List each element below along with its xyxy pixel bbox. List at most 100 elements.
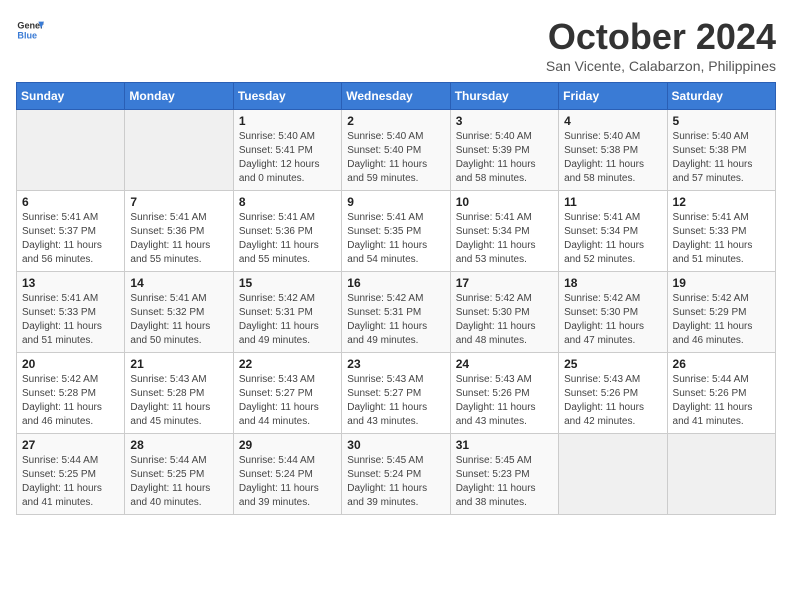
day-number: 11 xyxy=(564,195,661,209)
calendar-cell xyxy=(17,110,125,191)
calendar-cell: 2 Sunrise: 5:40 AM Sunset: 5:40 PM Daylig… xyxy=(342,110,450,191)
day-number: 25 xyxy=(564,357,661,371)
calendar-cell: 29 Sunrise: 5:44 AM Sunset: 5:24 PM Dayli… xyxy=(233,434,341,515)
day-detail: Sunrise: 5:41 AM Sunset: 5:36 PM Dayligh… xyxy=(239,211,336,267)
calendar-cell: 19 Sunrise: 5:42 AM Sunset: 5:29 PM Dayli… xyxy=(667,272,775,353)
calendar-cell: 26 Sunrise: 5:44 AM Sunset: 5:26 PM Dayli… xyxy=(667,353,775,434)
day-detail: Sunrise: 5:41 AM Sunset: 5:34 PM Dayligh… xyxy=(564,211,661,267)
calendar-cell xyxy=(559,434,667,515)
calendar-cell: 18 Sunrise: 5:42 AM Sunset: 5:30 PM Dayli… xyxy=(559,272,667,353)
day-detail: Sunrise: 5:42 AM Sunset: 5:30 PM Dayligh… xyxy=(456,292,553,348)
day-number: 18 xyxy=(564,276,661,290)
calendar-cell: 8Sunrise: 5:41 AM Sunset: 5:36 PM Daylig… xyxy=(233,191,341,272)
calendar-week-row: 6 Sunrise: 5:41 AM Sunset: 5:37 PM Daylig… xyxy=(17,191,776,272)
calendar-cell: 20Sunrise: 5:42 AM Sunset: 5:28 PM Dayli… xyxy=(17,353,125,434)
day-detail: Sunrise: 5:40 AM Sunset: 5:38 PM Dayligh… xyxy=(673,130,770,186)
day-detail: Sunrise: 5:42 AM Sunset: 5:30 PM Dayligh… xyxy=(564,292,661,348)
day-number: 30 xyxy=(347,438,444,452)
day-number: 28 xyxy=(130,438,227,452)
day-number: 4 xyxy=(564,114,661,128)
calendar-cell: 1 Sunrise: 5:40 AM Sunset: 5:41 PM Daylig… xyxy=(233,110,341,191)
calendar-cell: 27Sunrise: 5:44 AM Sunset: 5:25 PM Dayli… xyxy=(17,434,125,515)
day-number: 23 xyxy=(347,357,444,371)
calendar-cell: 30 Sunrise: 5:45 AM Sunset: 5:24 PM Dayli… xyxy=(342,434,450,515)
day-number: 10 xyxy=(456,195,553,209)
calendar-cell: 4 Sunrise: 5:40 AM Sunset: 5:38 PM Daylig… xyxy=(559,110,667,191)
day-detail: Sunrise: 5:42 AM Sunset: 5:31 PM Dayligh… xyxy=(347,292,444,348)
day-detail: Sunrise: 5:44 AM Sunset: 5:26 PM Dayligh… xyxy=(673,373,770,429)
day-detail: Sunrise: 5:42 AM Sunset: 5:31 PM Dayligh… xyxy=(239,292,336,348)
day-number: 19 xyxy=(673,276,770,290)
day-detail: Sunrise: 5:40 AM Sunset: 5:39 PM Dayligh… xyxy=(456,130,553,186)
calendar-cell: 31 Sunrise: 5:45 AM Sunset: 5:23 PM Dayli… xyxy=(450,434,558,515)
calendar-cell: 7 Sunrise: 5:41 AM Sunset: 5:36 PM Daylig… xyxy=(125,191,233,272)
day-number: 3 xyxy=(456,114,553,128)
day-number: 1 xyxy=(239,114,336,128)
day-number: 2 xyxy=(347,114,444,128)
day-detail: Sunrise: 5:45 AM Sunset: 5:24 PM Dayligh… xyxy=(347,454,444,510)
day-number: 21 xyxy=(130,357,227,371)
day-detail: Sunrise: 5:40 AM Sunset: 5:40 PM Dayligh… xyxy=(347,130,444,186)
day-detail: Sunrise: 5:41 AM Sunset: 5:35 PM Dayligh… xyxy=(347,211,444,267)
header: General Blue October 2024 San Vicente, C… xyxy=(16,16,776,74)
day-detail: Sunrise: 5:44 AM Sunset: 5:25 PM Dayligh… xyxy=(130,454,227,510)
day-detail: Sunrise: 5:41 AM Sunset: 5:33 PM Dayligh… xyxy=(673,211,770,267)
day-detail: Sunrise: 5:45 AM Sunset: 5:23 PM Dayligh… xyxy=(456,454,553,510)
day-detail: Sunrise: 5:43 AM Sunset: 5:27 PM Dayligh… xyxy=(239,373,336,429)
weekday-header: Wednesday xyxy=(342,83,450,110)
day-number: 29 xyxy=(239,438,336,452)
calendar-cell: 13 Sunrise: 5:41 AM Sunset: 5:33 PM Dayli… xyxy=(17,272,125,353)
calendar-cell: 21 Sunrise: 5:43 AM Sunset: 5:28 PM Dayli… xyxy=(125,353,233,434)
weekday-header: Thursday xyxy=(450,83,558,110)
day-detail: Sunrise: 5:40 AM Sunset: 5:38 PM Dayligh… xyxy=(564,130,661,186)
calendar-cell: 17 Sunrise: 5:42 AM Sunset: 5:30 PM Dayli… xyxy=(450,272,558,353)
weekday-header: Monday xyxy=(125,83,233,110)
calendar-cell: 5Sunrise: 5:40 AM Sunset: 5:38 PM Daylig… xyxy=(667,110,775,191)
weekday-header: Friday xyxy=(559,83,667,110)
calendar-cell: 15Sunrise: 5:42 AM Sunset: 5:31 PM Dayli… xyxy=(233,272,341,353)
day-detail: Sunrise: 5:43 AM Sunset: 5:28 PM Dayligh… xyxy=(130,373,227,429)
day-number: 24 xyxy=(456,357,553,371)
calendar-table: SundayMondayTuesdayWednesdayThursdayFrid… xyxy=(16,82,776,515)
day-detail: Sunrise: 5:42 AM Sunset: 5:29 PM Dayligh… xyxy=(673,292,770,348)
calendar-cell: 3 Sunrise: 5:40 AM Sunset: 5:39 PM Daylig… xyxy=(450,110,558,191)
day-number: 20 xyxy=(22,357,119,371)
day-detail: Sunrise: 5:41 AM Sunset: 5:36 PM Dayligh… xyxy=(130,211,227,267)
calendar-cell: 6 Sunrise: 5:41 AM Sunset: 5:37 PM Daylig… xyxy=(17,191,125,272)
day-detail: Sunrise: 5:43 AM Sunset: 5:26 PM Dayligh… xyxy=(456,373,553,429)
calendar-week-row: 20Sunrise: 5:42 AM Sunset: 5:28 PM Dayli… xyxy=(17,353,776,434)
calendar-cell xyxy=(667,434,775,515)
day-number: 7 xyxy=(130,195,227,209)
month-title: October 2024 xyxy=(546,16,776,58)
day-detail: Sunrise: 5:41 AM Sunset: 5:37 PM Dayligh… xyxy=(22,211,119,267)
calendar-cell: 24 Sunrise: 5:43 AM Sunset: 5:26 PM Dayli… xyxy=(450,353,558,434)
day-number: 22 xyxy=(239,357,336,371)
day-detail: Sunrise: 5:44 AM Sunset: 5:25 PM Dayligh… xyxy=(22,454,119,510)
day-detail: Sunrise: 5:43 AM Sunset: 5:26 PM Dayligh… xyxy=(564,373,661,429)
calendar-cell xyxy=(125,110,233,191)
day-detail: Sunrise: 5:40 AM Sunset: 5:41 PM Dayligh… xyxy=(239,130,336,186)
day-detail: Sunrise: 5:41 AM Sunset: 5:34 PM Dayligh… xyxy=(456,211,553,267)
calendar-cell: 25 Sunrise: 5:43 AM Sunset: 5:26 PM Dayli… xyxy=(559,353,667,434)
day-number: 6 xyxy=(22,195,119,209)
calendar-cell: 10 Sunrise: 5:41 AM Sunset: 5:34 PM Dayli… xyxy=(450,191,558,272)
day-number: 26 xyxy=(673,357,770,371)
day-detail: Sunrise: 5:43 AM Sunset: 5:27 PM Dayligh… xyxy=(347,373,444,429)
day-number: 31 xyxy=(456,438,553,452)
day-detail: Sunrise: 5:41 AM Sunset: 5:33 PM Dayligh… xyxy=(22,292,119,348)
day-number: 17 xyxy=(456,276,553,290)
logo: General Blue xyxy=(16,16,44,44)
day-detail: Sunrise: 5:44 AM Sunset: 5:24 PM Dayligh… xyxy=(239,454,336,510)
calendar-cell: 9Sunrise: 5:41 AM Sunset: 5:35 PM Daylig… xyxy=(342,191,450,272)
calendar-cell: 14Sunrise: 5:41 AM Sunset: 5:32 PM Dayli… xyxy=(125,272,233,353)
location-subtitle: San Vicente, Calabarzon, Philippines xyxy=(546,58,776,74)
calendar-cell: 11 Sunrise: 5:41 AM Sunset: 5:34 PM Dayli… xyxy=(559,191,667,272)
calendar-cell: 16Sunrise: 5:42 AM Sunset: 5:31 PM Dayli… xyxy=(342,272,450,353)
calendar-cell: 12Sunrise: 5:41 AM Sunset: 5:33 PM Dayli… xyxy=(667,191,775,272)
weekday-header: Saturday xyxy=(667,83,775,110)
calendar-week-row: 27Sunrise: 5:44 AM Sunset: 5:25 PM Dayli… xyxy=(17,434,776,515)
day-number: 13 xyxy=(22,276,119,290)
weekday-header-row: SundayMondayTuesdayWednesdayThursdayFrid… xyxy=(17,83,776,110)
calendar-cell: 28 Sunrise: 5:44 AM Sunset: 5:25 PM Dayli… xyxy=(125,434,233,515)
calendar-week-row: 1 Sunrise: 5:40 AM Sunset: 5:41 PM Daylig… xyxy=(17,110,776,191)
